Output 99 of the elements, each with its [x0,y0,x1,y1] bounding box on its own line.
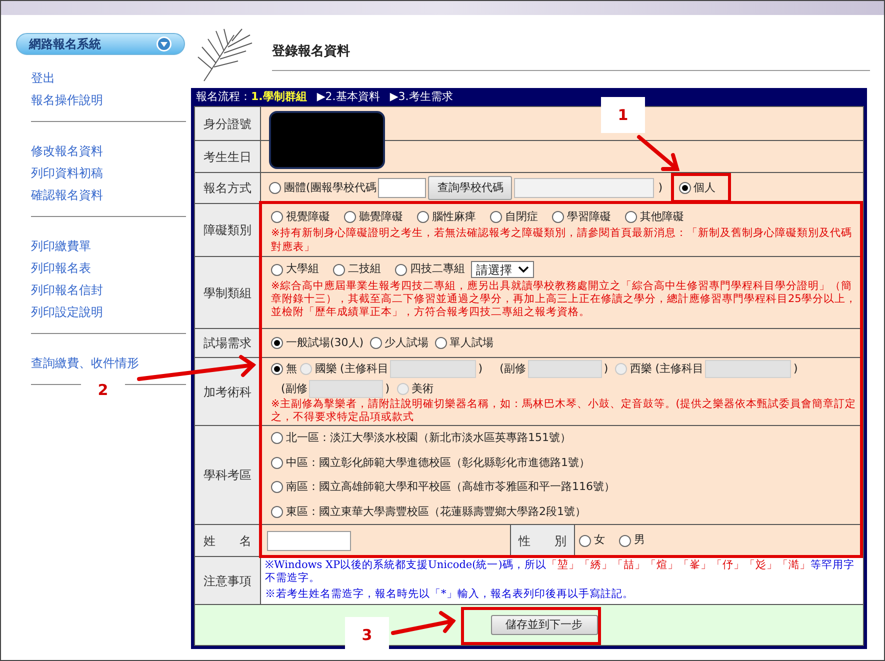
sidebar-link[interactable]: 列印資料初稿 [31,164,185,182]
radio-label: 學習障礙 [567,209,611,225]
sidebar-link[interactable]: 列印設定說明 [31,303,185,321]
radio-label: 個人 [694,180,716,196]
instrument-field[interactable] [390,360,476,378]
school-group-select[interactable]: 請選擇 [471,261,534,278]
radio-label: 團體(團報學校代碼 [284,180,376,196]
field-prefix: (主修科目 [655,360,704,377]
chevron-down-icon [518,266,529,273]
radio-button[interactable] [271,211,283,224]
radio-label: 國樂 [315,360,337,377]
radio-button[interactable] [269,182,281,194]
radio-button[interactable] [271,337,283,349]
sidebar-link[interactable]: 修改報名資料 [31,142,185,160]
field-suffix: ) [478,360,483,377]
notice-text: ※若考生姓名需造字，報名時先以「*」輸入，報名表列印後再以手寫註記。 [265,588,634,601]
instrument-field[interactable] [528,360,602,378]
radio-label: 東區：國立東華大學壽豐校區（花蓮縣壽豐鄉大學路2段1號） [286,504,586,520]
radio-button[interactable] [625,211,637,224]
row-label: 考生生日 [195,141,261,172]
radio-button[interactable] [370,337,382,349]
radio-label: 北一區：淡江大學淡水校園（新北市淡水區英專路151號） [286,430,571,446]
radio-label: 二技組 [348,261,381,278]
sidebar-link[interactable]: 確認報名資料 [31,186,185,204]
lookup-school-button[interactable]: 查詢學校代碼 [428,176,512,200]
annotation-arrow [637,135,680,171]
steps-prefix: 報名流程： [196,88,251,105]
row-label: 試場需求 [195,329,261,357]
field-prefix: (副修 [281,380,308,397]
row-label: 報名方式 [195,173,261,203]
menu-title-pill[interactable]: 網路報名系統 [16,33,185,55]
dropdown-icon [156,36,172,52]
radio-label: 美術 [412,380,434,397]
row-label: 姓 名 [195,525,261,556]
close-paren: ) [658,180,663,196]
radio-label: 四技二專組 [410,261,465,278]
sidebar-link[interactable]: 列印報名信封 [31,281,185,299]
step-label: 1.學制群組 [251,88,307,105]
row-label: 學科考區 [195,426,261,524]
radio-label: 中區：國立彰化師範大學進德校區（彰化縣彰化市進德路1號） [286,454,590,470]
sidebar-link[interactable]: 查詢繳費、收件情形 [31,354,185,372]
radio-button[interactable] [271,456,283,469]
radio-button[interactable] [333,264,345,276]
radio-button[interactable] [271,481,283,494]
radio-button[interactable] [271,264,283,276]
arts-note: ※主副修為擊樂者，請附註說明確切樂器名稱，如：馬林巴木琴、小鼓、定音鼓等。(提供之樂器依本甄試委員會簡章訂定之，不得要求特定品項或款式 [271,398,857,424]
school-code-field[interactable] [378,178,426,198]
row-label: 注意事項 [195,557,261,604]
radio-label: 自閉症 [505,209,538,225]
radio-button[interactable] [271,363,283,375]
radio-button[interactable] [552,211,564,224]
step-label: ▶2.基本資料 [316,88,380,105]
field-suffix: ) [385,380,390,397]
row-label: 學制類組 [195,257,261,328]
radio-label: 女 [594,532,605,548]
radio-button[interactable] [434,337,447,349]
step-label: ▶3.考生需求 [390,88,453,105]
instrument-field[interactable] [309,380,384,398]
notice-text: ※Windows XP以後的系統都支援Unicode(統一)碼，所以「堃」「綉」「喆」「煊」「峯」「伃」「彣」「澔」等罕用字不需造字。 [265,559,856,585]
field-prefix: (副修 [500,360,526,377]
radio-label: 無 [286,360,297,377]
radio-label: 聽覺障礙 [359,209,403,225]
radio-label: 西樂 [630,360,652,377]
field-suffix: ) [793,360,798,377]
radio-label: 其他障礙 [640,209,684,225]
disability-note: ※持有新制身心障礙證明之考生，若無法確認報考之障礙類別，請參閱首頁最新消息：「新制及舊制身心障礙類別及代碼對應表」 [271,226,853,254]
row-label: 性 別 [511,525,575,556]
radio-button[interactable] [619,534,631,546]
annotation-arrow [391,611,456,635]
row-label: 身分證號 [195,107,261,140]
step-number-label: 1 [601,97,645,133]
radio-button[interactable] [344,211,356,224]
radio-label: 南區：國立高雄師範大學和平校區（高雄市苓雅區和平一路116號） [286,479,615,495]
sidebar-link[interactable]: 登出 [31,69,185,87]
name-field[interactable] [267,530,351,550]
row-label: 障礙類別 [195,204,261,256]
radio-button[interactable] [271,506,283,518]
school-group-note: ※綜合高中應屆畢業生報考四技二專組，應另出具就讀學校教務處開立之「綜合高中生修習專門學程科目學分證明」（簡章附錄十三），其截至高二下修習並通過之學分，再加上高三上正在修讀之學分，總計應修習專門學程科目25學分以上，並檢附「歷年成績單正本」，方符合報考四技二專組之報考資格。 [271,280,857,319]
page-title: 登錄報名資料 [272,44,350,59]
field-prefix: (主修科目 [340,360,388,377]
radio-button[interactable] [490,211,502,224]
radio-button[interactable] [417,211,429,224]
field-suffix: ) [604,360,608,377]
radio-label: 男 [634,532,645,548]
radio-label: 單人試場 [450,334,494,351]
radio-label: 視覺障礙 [286,209,330,225]
sidebar-link[interactable]: 列印報名表 [31,259,185,277]
instrument-field[interactable] [705,360,792,378]
radio-label: 大學組 [286,261,319,278]
radio-button[interactable] [271,432,283,444]
radio-label: 腦性麻痺 [432,209,476,225]
radio-label: 一般試場(30人) [286,334,364,351]
radio-label: 少人試場 [384,334,429,351]
radio-button[interactable] [395,264,407,276]
save-next-button[interactable]: 儲存並到下一步 [490,615,598,635]
sidebar-link[interactable]: 報名操作說明 [31,91,185,109]
sidebar-link[interactable]: 列印繳費單 [31,237,185,255]
radio-button[interactable] [579,534,591,546]
radio-button[interactable] [678,182,691,194]
